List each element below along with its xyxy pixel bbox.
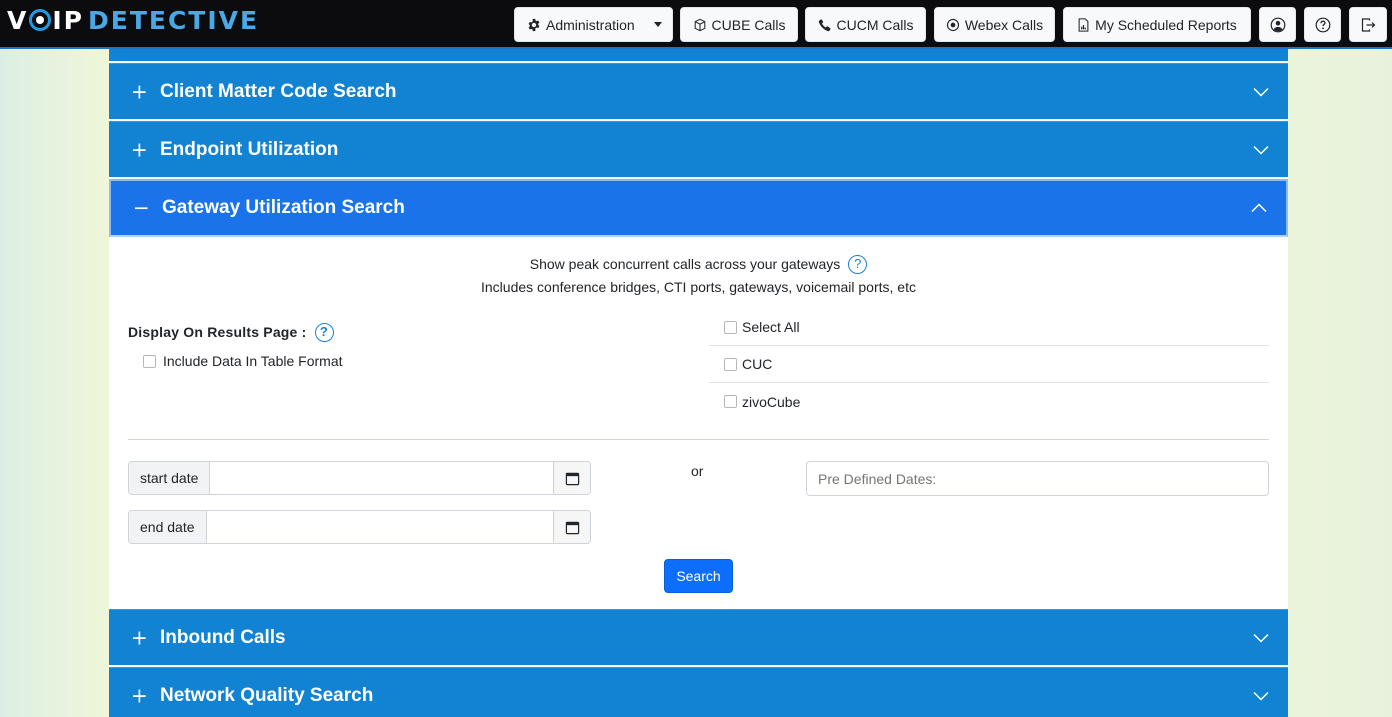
report-file-icon [1078, 17, 1089, 32]
calendar-icon[interactable] [553, 511, 590, 543]
predefined-dates-select[interactable] [806, 461, 1269, 496]
zivocube-checkbox[interactable] [724, 395, 737, 408]
question-circle-icon [1315, 17, 1330, 32]
expand-plus-icon: + [131, 137, 148, 162]
question-icon[interactable]: ? [848, 255, 868, 274]
question-icon[interactable]: ? [314, 323, 334, 342]
end-date-label: end date [129, 511, 207, 543]
start-date-input[interactable] [210, 462, 553, 494]
accordion-title: Inbound Calls [160, 626, 286, 648]
search-button[interactable]: Search [664, 559, 733, 593]
collapse-minus-icon: − [133, 195, 150, 220]
user-circle-icon [1270, 17, 1285, 32]
administration-dropdown-toggle[interactable] [644, 8, 672, 41]
accordion-header-gateway-utilization-search[interactable]: − Gateway Utilization Search [109, 179, 1288, 237]
expand-plus-icon: + [131, 79, 148, 104]
gateway-list: Select All CUC zivoCube [709, 309, 1269, 420]
accordion-title: Endpoint Utilization [160, 138, 339, 160]
accordion-header-endpoint-utilization[interactable]: + Endpoint Utilization [109, 121, 1288, 179]
cuc-checkbox[interactable] [724, 357, 737, 371]
logout-icon [1361, 17, 1376, 32]
cucm-calls-label: CUCM Calls [836, 16, 914, 33]
reports-accordion: + Client Matter Code Search + Endpoint U… [109, 49, 1288, 717]
description-line-1: Show peak concurrent calls across your g… [529, 256, 841, 272]
chevron-down-icon [1253, 633, 1269, 643]
table-format-label: Include Data In Table Format [163, 353, 343, 369]
accordion-title: Gateway Utilization Search [162, 197, 405, 218]
accordion-title: Network Quality Search [160, 684, 374, 706]
gateway-label: zivoCube [742, 393, 801, 410]
accordion-item-previous-partial[interactable] [109, 49, 1288, 63]
logo-text-v: V [7, 6, 29, 35]
table-format-checkbox[interactable] [143, 355, 156, 368]
expand-plus-icon: + [131, 625, 148, 650]
administration-button[interactable]: Administration [514, 7, 673, 42]
record-circle-icon [946, 18, 959, 31]
cube-calls-button[interactable]: CUBE Calls [680, 7, 798, 42]
gateway-item-select-all[interactable]: Select All [709, 309, 1269, 346]
logo-text-detective: DETECTIVE [87, 6, 260, 35]
voip-detective-logo[interactable]: V IP DETECTIVE [7, 6, 259, 38]
chevron-down-icon [1253, 87, 1269, 97]
table-format-option[interactable]: Include Data In Table Format [143, 353, 343, 369]
logo-o-icon [29, 9, 52, 31]
help-button[interactable] [1304, 7, 1341, 42]
section-divider [128, 439, 1269, 440]
gateway-label: CUC [742, 356, 773, 372]
chevron-down-icon [1253, 145, 1269, 155]
description-line-2: Includes conference bridges, CTI ports, … [481, 279, 916, 295]
select-all-checkbox[interactable] [724, 320, 737, 334]
webex-calls-button[interactable]: Webex Calls [934, 7, 1055, 42]
phone-icon [818, 18, 831, 31]
administration-label: Administration [546, 16, 635, 33]
gear-icon [528, 18, 540, 31]
start-date-group: start date [128, 461, 591, 495]
accordion-header-client-matter-code-search[interactable]: + Client Matter Code Search [109, 63, 1288, 121]
account-button[interactable] [1259, 7, 1296, 42]
webex-calls-label: Webex Calls [964, 16, 1044, 33]
accordion-header-inbound-calls[interactable]: + Inbound Calls [109, 609, 1288, 667]
display-label-text: Display On Results Page : [128, 324, 307, 340]
my-scheduled-reports-label: My Scheduled Reports [1095, 16, 1237, 33]
chevron-down-icon [1253, 691, 1269, 701]
end-date-input[interactable] [206, 511, 553, 543]
panel-description: Show peak concurrent calls across your g… [109, 255, 1288, 274]
gateway-utilization-panel: Show peak concurrent calls across your g… [109, 237, 1288, 609]
accordion-header-network-quality-search[interactable]: + Network Quality Search [109, 667, 1288, 717]
gateway-label: Select All [742, 319, 800, 335]
start-date-label: start date [129, 462, 211, 494]
or-separator: or [691, 463, 704, 479]
gateway-item-zivocube[interactable]: zivoCube [709, 383, 1269, 420]
cube-calls-label: CUBE Calls [711, 16, 786, 33]
end-date-group: end date [128, 510, 591, 544]
logout-button[interactable] [1349, 7, 1387, 42]
my-scheduled-reports-button[interactable]: My Scheduled Reports [1063, 7, 1251, 42]
expand-plus-icon: + [131, 683, 148, 708]
calendar-icon[interactable] [553, 462, 590, 494]
chevron-up-icon [1251, 203, 1267, 213]
cucm-calls-button[interactable]: CUCM Calls [805, 7, 926, 42]
box-icon [694, 18, 705, 31]
display-on-results-label: Display On Results Page :? [128, 323, 334, 342]
logo-text-ip: IP [52, 6, 84, 35]
accordion-title: Client Matter Code Search [160, 80, 397, 102]
gateway-item-cuc[interactable]: CUC [709, 346, 1269, 383]
top-navbar: V IP DETECTIVE Administration CUBE Calls C… [0, 0, 1392, 49]
